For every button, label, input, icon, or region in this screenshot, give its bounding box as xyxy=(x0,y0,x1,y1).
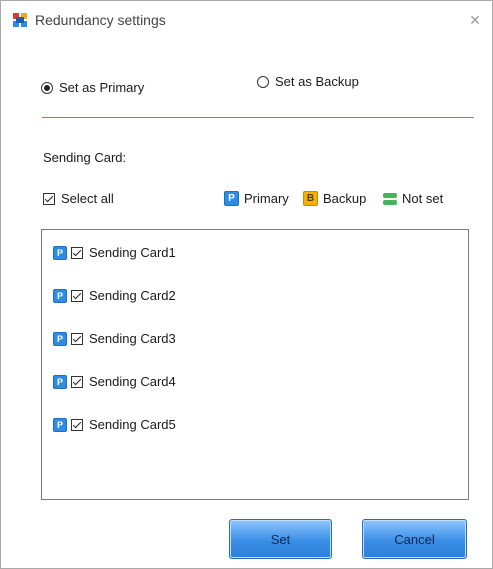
section-separator xyxy=(42,117,474,118)
primary-badge-icon: P xyxy=(224,191,239,206)
cancel-button[interactable]: Cancel xyxy=(362,519,467,559)
legend-primary: P Primary xyxy=(224,191,289,206)
legend-primary-label: Primary xyxy=(244,191,289,206)
list-item[interactable]: P Sending Card1 xyxy=(53,245,176,260)
card-label: Sending Card1 xyxy=(89,245,176,260)
checkbox-checked-icon xyxy=(43,192,55,205)
sending-card-heading: Sending Card: xyxy=(43,150,127,165)
card-checkbox[interactable] xyxy=(71,418,83,431)
title-bar: Redundancy settings × xyxy=(1,1,492,39)
select-all-checkbox[interactable]: Select all xyxy=(43,191,114,206)
legend-backup: B Backup xyxy=(303,191,366,206)
primary-badge-icon: P xyxy=(53,288,67,303)
radio-unchecked-icon xyxy=(257,75,269,88)
sending-card-list[interactable]: P Sending Card1 P Sending Card2 P Sendin… xyxy=(41,229,469,500)
list-item[interactable]: P Sending Card3 xyxy=(53,331,176,346)
list-item[interactable]: P Sending Card2 xyxy=(53,288,176,303)
set-as-primary-label: Set as Primary xyxy=(59,80,145,95)
card-checkbox[interactable] xyxy=(71,289,83,302)
primary-badge-icon: P xyxy=(53,331,67,346)
not-set-icon xyxy=(383,192,397,205)
set-as-primary-radio[interactable]: Set as Primary xyxy=(41,80,144,95)
primary-badge-icon: P xyxy=(53,374,67,389)
card-checkbox[interactable] xyxy=(71,375,83,388)
list-item[interactable]: P Sending Card5 xyxy=(53,417,176,432)
set-button[interactable]: Set xyxy=(229,519,332,559)
card-label: Sending Card4 xyxy=(89,374,176,389)
backup-badge-icon: B xyxy=(303,191,318,206)
legend-notset: Not set xyxy=(383,191,443,206)
radio-checked-icon xyxy=(41,81,53,94)
close-icon[interactable]: × xyxy=(462,7,488,33)
select-all-label: Select all xyxy=(61,191,114,206)
app-icon xyxy=(13,13,27,27)
card-checkbox[interactable] xyxy=(71,246,83,259)
card-label: Sending Card2 xyxy=(89,288,176,303)
legend-backup-label: Backup xyxy=(323,191,367,206)
primary-badge-icon: P xyxy=(53,245,67,260)
list-item[interactable]: P Sending Card4 xyxy=(53,374,176,389)
set-as-backup-radio[interactable]: Set as Backup xyxy=(257,74,359,89)
primary-badge-icon: P xyxy=(53,417,67,432)
window-title: Redundancy settings xyxy=(35,12,166,28)
card-label: Sending Card5 xyxy=(89,417,176,432)
card-checkbox[interactable] xyxy=(71,332,83,345)
set-as-backup-label: Set as Backup xyxy=(275,74,359,89)
card-label: Sending Card3 xyxy=(89,331,176,346)
legend-notset-label: Not set xyxy=(402,191,444,206)
